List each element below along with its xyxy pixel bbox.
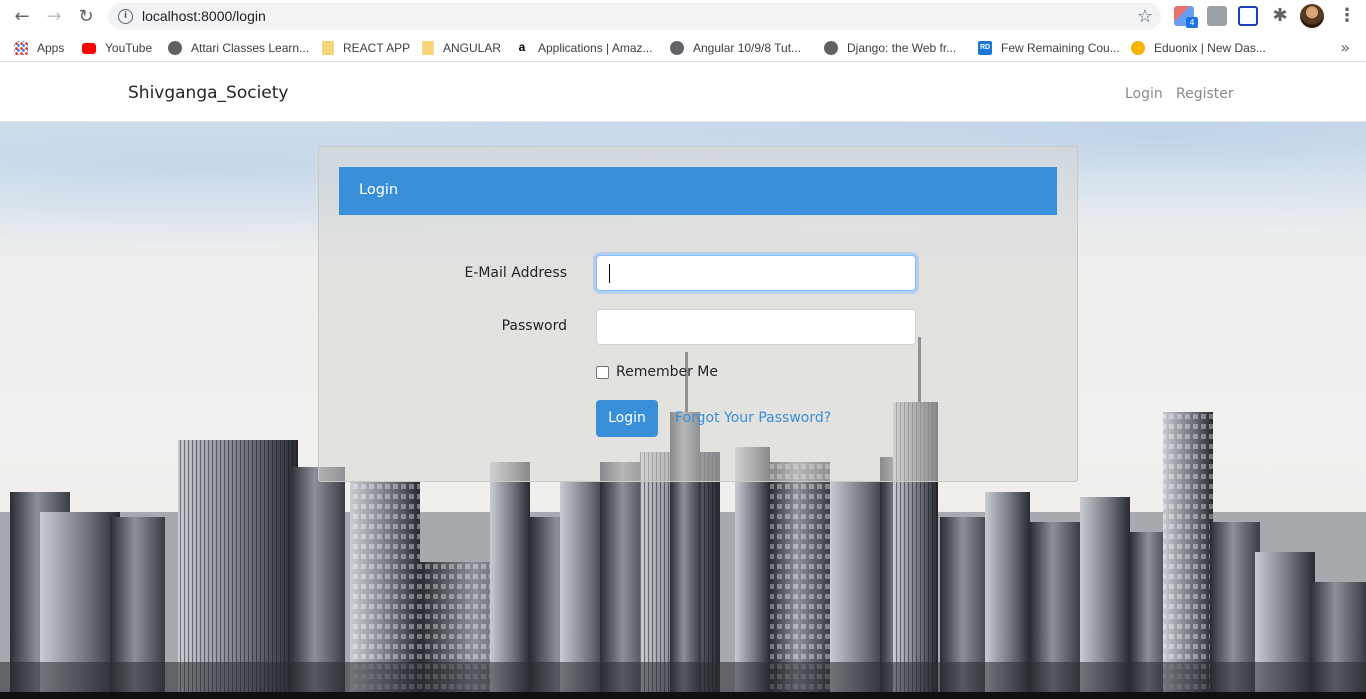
remember-me-label[interactable]: Remember Me <box>616 364 718 380</box>
nav-login-link[interactable]: Login <box>1125 86 1163 102</box>
bookmark-few-remaining[interactable]: RD Few Remaining Cou... <box>978 39 1120 57</box>
amazon-icon: a <box>515 41 529 55</box>
bookmark-react-app[interactable]: REACT APP <box>322 39 410 57</box>
remember-me-checkbox[interactable] <box>596 366 609 379</box>
text-caret <box>609 264 610 283</box>
globe-icon <box>168 41 182 55</box>
bookmark-attari[interactable]: Attari Classes Learn... <box>168 39 309 57</box>
bookmark-label: Apps <box>37 41 65 55</box>
folder-icon <box>422 41 434 55</box>
password-field[interactable] <box>596 309 916 345</box>
forward-arrow-icon[interactable]: → <box>42 5 66 29</box>
bookmark-label: Angular 10/9/8 Tut... <box>693 41 802 55</box>
bookmark-angular[interactable]: ANGULAR <box>422 39 501 57</box>
bookmark-apps[interactable]: Apps <box>14 39 64 57</box>
email-field[interactable] <box>596 255 916 291</box>
bookmark-angular-tutorial[interactable]: Angular 10/9/8 Tut... <box>670 39 801 57</box>
browser-menu-icon[interactable]: ⋮ <box>1338 5 1356 26</box>
bookmark-star-icon[interactable]: ☆ <box>1137 6 1153 27</box>
browser-toolbar: ← → ↻ i localhost:8000/login ☆ 4 ✱ ⋮ <box>0 0 1366 33</box>
site-brand[interactable]: Shivganga_Society <box>128 83 289 103</box>
globe-icon <box>670 41 684 55</box>
bookmark-eduonix[interactable]: Eduonix | New Das... <box>1131 39 1266 57</box>
nav-register-link[interactable]: Register <box>1176 86 1234 102</box>
globe-icon <box>824 41 838 55</box>
reload-icon[interactable]: ↻ <box>74 5 98 29</box>
folder-icon <box>322 41 334 55</box>
address-bar[interactable]: i localhost:8000/login ☆ <box>108 3 1161 30</box>
bookmark-label: YouTube <box>105 41 153 55</box>
login-button[interactable]: Login <box>596 400 658 437</box>
email-label: E-Mail Address <box>464 265 567 281</box>
apps-icon <box>14 41 28 55</box>
youtube-icon <box>82 42 96 54</box>
bookmark-label: Applications | Amaz... <box>538 41 653 55</box>
extension-badge: 4 <box>1186 17 1198 28</box>
site-info-icon[interactable]: i <box>118 9 133 24</box>
rd-icon: RD <box>978 41 992 55</box>
bookmark-amazon[interactable]: a Applications | Amaz... <box>515 39 653 57</box>
site-navbar: Shivganga_Society Login Register <box>0 66 1366 122</box>
bookmarks-bar: Apps YouTube Attari Classes Learn... REA… <box>0 33 1366 62</box>
profile-avatar[interactable] <box>1300 4 1324 28</box>
password-label: Password <box>501 318 567 334</box>
extension-tb-icon[interactable] <box>1207 6 1227 26</box>
back-arrow-icon[interactable]: ← <box>10 5 34 29</box>
bookmark-label: Django: the Web fr... <box>847 41 957 55</box>
eduonix-icon <box>1131 41 1145 55</box>
bookmarks-overflow-icon[interactable]: » <box>1340 38 1350 57</box>
bookmark-label: Attari Classes Learn... <box>191 41 310 55</box>
bookmark-django[interactable]: Django: the Web fr... <box>824 39 956 57</box>
screen-cast-extension-icon[interactable] <box>1238 6 1258 26</box>
bookmark-youtube[interactable]: YouTube <box>82 39 152 57</box>
login-card-header: Login <box>339 167 1057 215</box>
os-taskbar <box>0 692 1366 699</box>
address-bar-url[interactable]: localhost:8000/login <box>142 8 266 24</box>
bookmark-label: Eduonix | New Das... <box>1154 41 1266 55</box>
bookmark-label: REACT APP <box>343 41 411 55</box>
puzzle-extensions-icon[interactable]: ✱ <box>1268 4 1292 28</box>
bookmark-label: Few Remaining Cou... <box>1001 41 1120 55</box>
forgot-password-link[interactable]: Forgot Your Password? <box>675 410 831 426</box>
bookmark-label: ANGULAR <box>443 41 502 55</box>
